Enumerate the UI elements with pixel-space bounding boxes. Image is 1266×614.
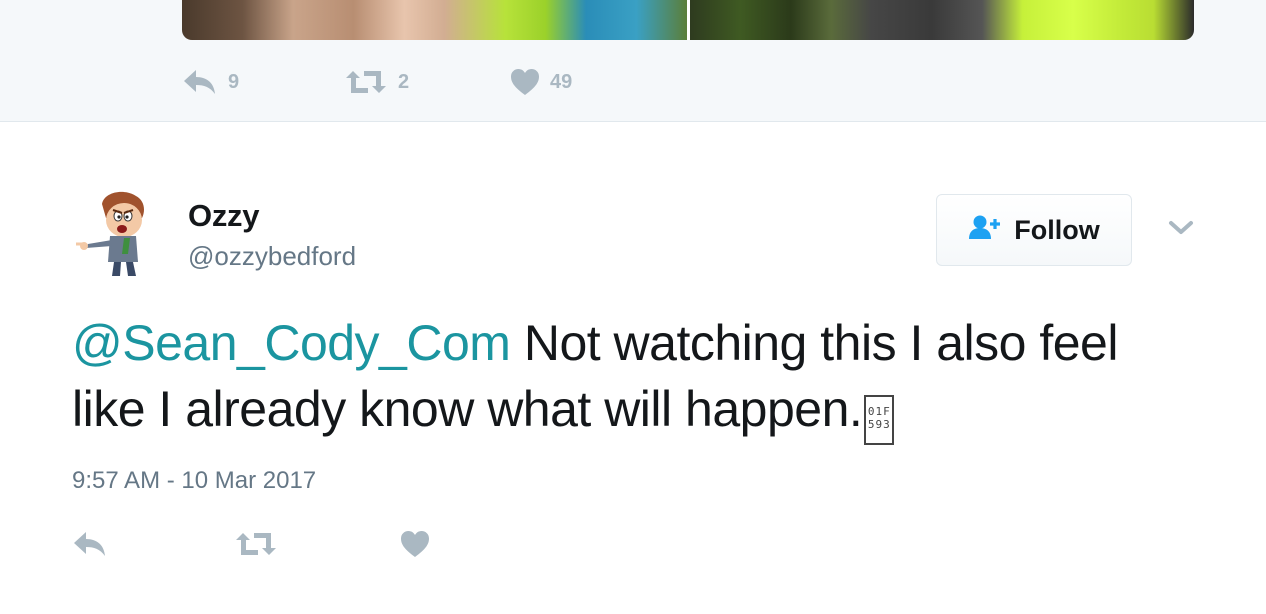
glyph-top-code: 01F <box>867 405 891 418</box>
parent-tweet-media[interactable] <box>182 0 1194 40</box>
chevron-down-icon <box>1168 220 1194 241</box>
retweet-icon <box>234 531 278 562</box>
reply-icon <box>72 530 108 563</box>
parent-retweet-action[interactable]: 2 <box>344 69 510 95</box>
parent-tweet-actions: 9 2 49 <box>182 66 572 98</box>
follow-button[interactable]: Follow <box>936 194 1132 266</box>
avatar[interactable] <box>72 182 168 278</box>
mention-link[interactable]: @Sean_Cody_Com <box>72 315 511 371</box>
media-photo-right[interactable] <box>690 0 1194 40</box>
parent-reply-count: 9 <box>228 70 240 93</box>
display-name[interactable]: Ozzy <box>188 198 259 234</box>
user-handle[interactable]: @ozzybedford <box>188 240 356 272</box>
parent-retweet-count: 2 <box>398 70 410 93</box>
parent-reply-action[interactable]: 9 <box>182 68 344 96</box>
retweet-button[interactable] <box>234 531 400 562</box>
like-button[interactable] <box>400 530 430 563</box>
parent-tweet: 9 2 49 <box>0 0 1266 122</box>
add-user-icon <box>968 214 1014 247</box>
reply-button[interactable] <box>72 530 234 563</box>
parent-like-action[interactable]: 49 <box>510 68 572 96</box>
retweet-icon <box>344 69 388 95</box>
avatar-cartoon-image <box>76 191 144 276</box>
tweet-text: @Sean_Cody_Com Not watching this I also … <box>72 310 1192 445</box>
heart-icon <box>400 530 430 563</box>
reply-icon <box>182 68 218 96</box>
tweet-actions <box>72 528 430 564</box>
heart-icon <box>510 68 540 96</box>
parent-like-count: 49 <box>550 70 573 93</box>
media-photo-left[interactable] <box>182 0 687 40</box>
missing-emoji-glyph: 01F 593 <box>864 395 895 445</box>
more-options-caret[interactable] <box>1166 218 1196 242</box>
glyph-bottom-code: 593 <box>867 418 891 431</box>
tweet-timestamp[interactable]: 9:57 AM - 10 Mar 2017 <box>72 466 316 496</box>
follow-button-label: Follow <box>1014 214 1100 245</box>
